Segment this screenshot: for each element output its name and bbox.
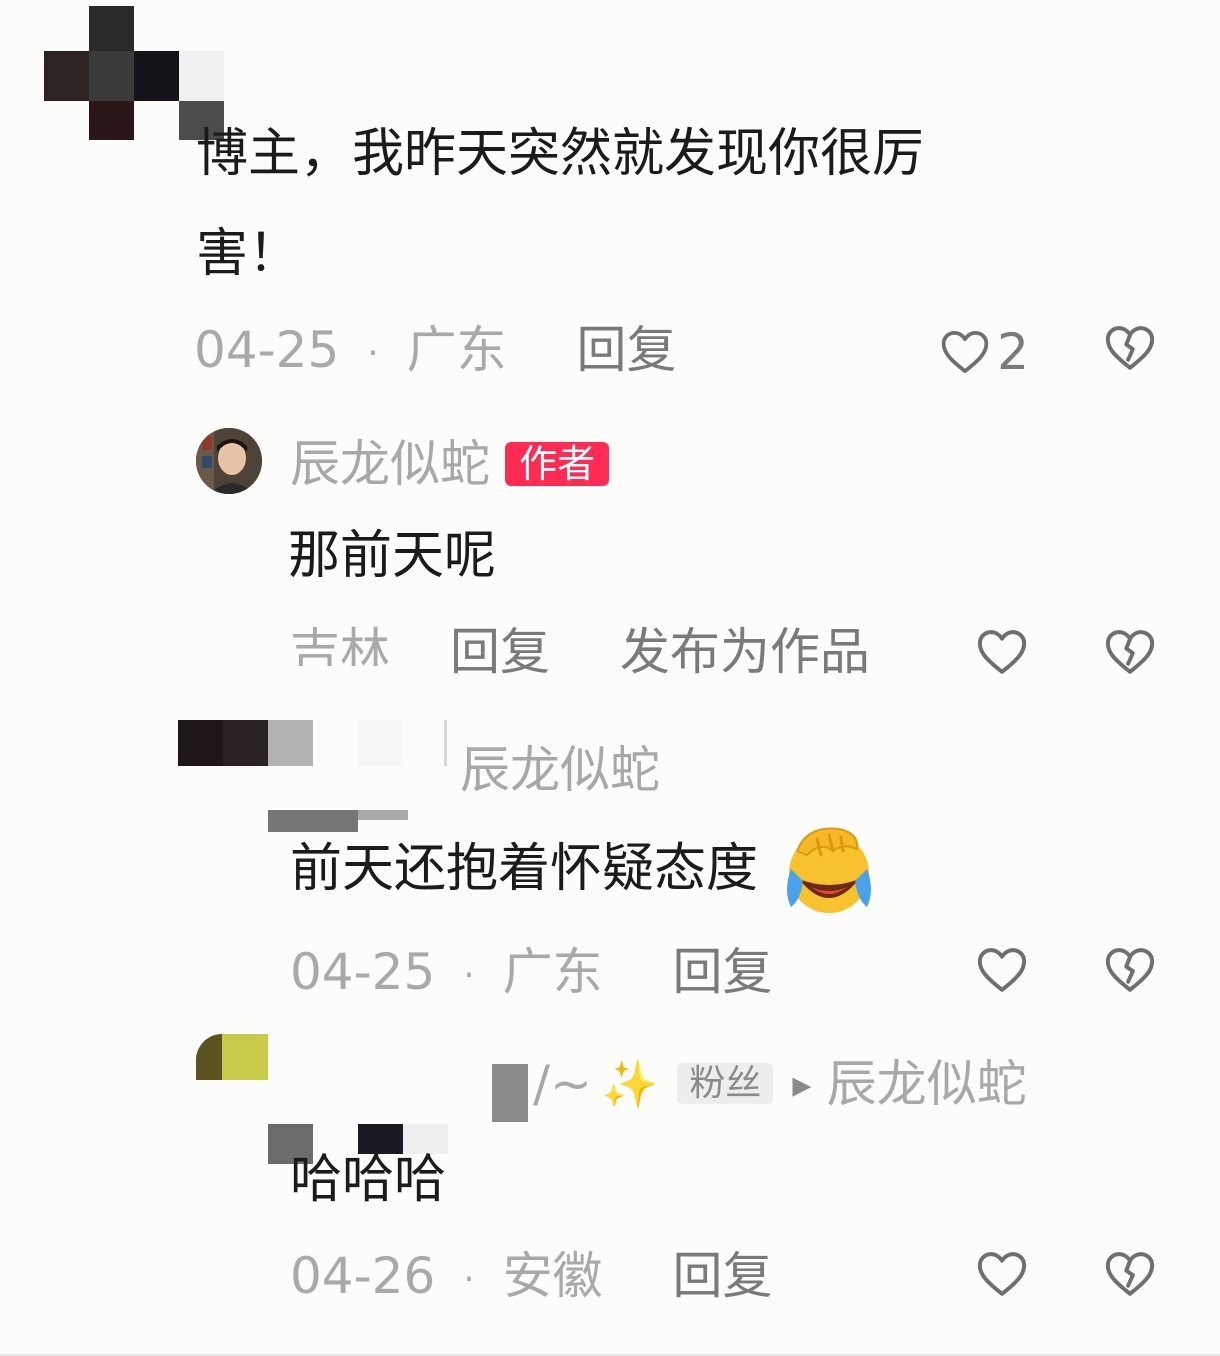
dislike-button[interactable] <box>1102 624 1158 680</box>
reply-button[interactable]: 回复 <box>450 623 550 681</box>
comment-text-line1: 博主，我昨天突然就发现你很厉 <box>196 124 925 184</box>
like-button[interactable] <box>974 624 1030 680</box>
author-avatar-image <box>196 428 262 494</box>
comment-text-line2: 害！ <box>196 204 300 304</box>
reply-location: 安徽 <box>502 1247 603 1305</box>
reply-button[interactable]: 回复 <box>672 1247 772 1305</box>
reply-date: 04-26 <box>290 1247 436 1305</box>
reply-to-username[interactable]: 辰龙似蛇 <box>460 740 660 800</box>
author-badge: 作者 <box>505 442 610 486</box>
like-button[interactable] <box>974 1246 1030 1302</box>
comment-text: 博主，我昨天突然就发现你很厉 <box>196 104 924 204</box>
replier-username[interactable]: /~ <box>533 1055 592 1113</box>
reply-text: 那前天呢 <box>288 506 496 606</box>
reply-text-span: 哈哈哈 <box>290 1150 447 1210</box>
reply-button[interactable]: 回复 <box>576 321 676 379</box>
reply-meta: 04-25 · 广东 回复 <box>290 942 772 1006</box>
comment-date: 04-25 <box>194 321 340 379</box>
like-button[interactable] <box>974 942 1030 998</box>
face-palm-laugh-emoji <box>786 827 871 913</box>
reply-location: 吉林 <box>290 623 390 666</box>
reply-arrow-icon: ▸ <box>792 1062 812 1106</box>
dislike-button[interactable] <box>1102 1246 1158 1302</box>
pixelated-name-fragment <box>492 1064 528 1104</box>
reply-button[interactable]: 回复 <box>672 943 772 1001</box>
reply-location: 广东 <box>502 943 603 1001</box>
meta-dot: · <box>367 332 379 374</box>
heart-outline-icon <box>977 630 1027 674</box>
reply-to-username[interactable]: 辰龙似蛇 <box>827 1055 1027 1113</box>
comment-location: 广东 <box>406 321 507 379</box>
reply-text-span: 前天还抱着怀疑态度 <box>290 839 759 899</box>
author-username-row: 辰龙似蛇 作者 <box>290 434 610 494</box>
heart-outline-icon <box>977 1252 1027 1296</box>
reply-date: 04-25 <box>290 943 436 1001</box>
broken-heart-icon <box>1105 1252 1155 1296</box>
broken-heart-icon <box>1105 948 1155 992</box>
broken-heart-icon <box>1105 326 1155 370</box>
reply-text: 哈哈哈 <box>290 1130 446 1230</box>
reply-meta: 04-26 · 安徽 回复 <box>290 1246 772 1310</box>
reply-text: 前天还抱着怀疑态度 <box>290 816 877 919</box>
heart-outline-icon <box>977 948 1027 992</box>
sparkle-icon: ✨ <box>600 1056 659 1111</box>
heart-outline-icon <box>941 330 989 374</box>
replier-username-row: /~ ✨ 粉丝 ▸ 辰龙似蛇 <box>492 1054 1027 1114</box>
broken-heart-icon <box>1105 630 1155 674</box>
reply-actions: 回复 发布为作品 <box>450 622 870 682</box>
dislike-button[interactable] <box>1102 942 1158 998</box>
dislike-button[interactable] <box>1102 320 1158 376</box>
meta-dot: · <box>463 954 475 996</box>
comment-text-line2-span: 害！ <box>196 224 301 284</box>
like-button[interactable]: 2 <box>938 322 1029 381</box>
author-avatar[interactable] <box>196 428 262 494</box>
meta-dot: · <box>463 1258 475 1300</box>
author-username[interactable]: 辰龙似蛇 <box>290 435 490 493</box>
publish-as-work-button[interactable]: 发布为作品 <box>620 623 870 681</box>
reply-text-span: 那前天呢 <box>288 526 497 586</box>
reply-meta: 吉林 <box>290 622 390 666</box>
fan-badge: 粉丝 <box>677 1063 774 1104</box>
comment-meta: 04-25 · 广东 回复 <box>194 320 676 384</box>
like-count: 2 <box>997 323 1029 381</box>
